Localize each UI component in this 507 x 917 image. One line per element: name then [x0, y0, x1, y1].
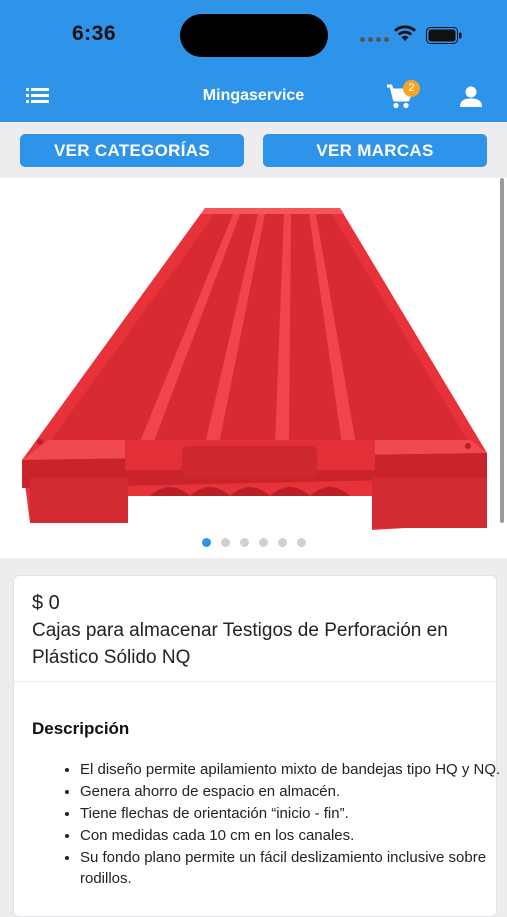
description-title: Descripción — [32, 719, 130, 738]
app-header: 6:36 Mingaservice 2 — [0, 0, 507, 122]
user-icon[interactable] — [460, 86, 482, 108]
gallery-pagination[interactable] — [0, 538, 507, 547]
list-item: Su fondo plano permite un fácil deslizam… — [80, 847, 507, 889]
gallery-dot[interactable] — [296, 538, 306, 547]
product-name: Cajas para almacenar Testigos de Perfora… — [32, 620, 448, 668]
battery-icon — [426, 27, 462, 44]
list-item: Genera ahorro de espacio en almacén. — [80, 781, 507, 802]
product-card: $ 0 Cajas para almacenar Testigos de Per… — [13, 575, 500, 917]
view-brands-button[interactable]: VER MARCAS — [263, 134, 487, 167]
gallery-dot[interactable] — [201, 538, 211, 547]
product-image-gallery[interactable] — [0, 178, 507, 558]
description-list: El diseño permite apilamiento mixto de b… — [32, 759, 507, 890]
app-title: Mingaservice — [202, 87, 305, 104]
list-item: Tiene flechas de orientación “inicio - f… — [80, 803, 507, 824]
gallery-dot[interactable] — [220, 538, 230, 547]
product-image — [22, 208, 487, 530]
scrollbar[interactable] — [500, 178, 504, 523]
product-price: $ 0 — [32, 592, 60, 614]
list-item: El diseño permite apilamiento mixto de b… — [80, 759, 507, 780]
gallery-dot[interactable] — [258, 538, 268, 547]
status-time: 6:36 — [72, 22, 117, 45]
wifi-icon — [394, 25, 416, 41]
cart-count-badge: 2 — [403, 80, 420, 97]
nav-button-row: VER CATEGORÍAS VER MARCAS — [0, 122, 507, 178]
signal-icon — [360, 37, 389, 42]
divider — [14, 681, 496, 682]
gallery-dot[interactable] — [277, 538, 287, 547]
view-categories-button[interactable]: VER CATEGORÍAS — [20, 134, 244, 167]
dynamic-island — [180, 14, 328, 57]
list-item: Con medidas cada 10 cm en los canales. — [80, 825, 507, 846]
gallery-dot[interactable] — [239, 538, 249, 547]
